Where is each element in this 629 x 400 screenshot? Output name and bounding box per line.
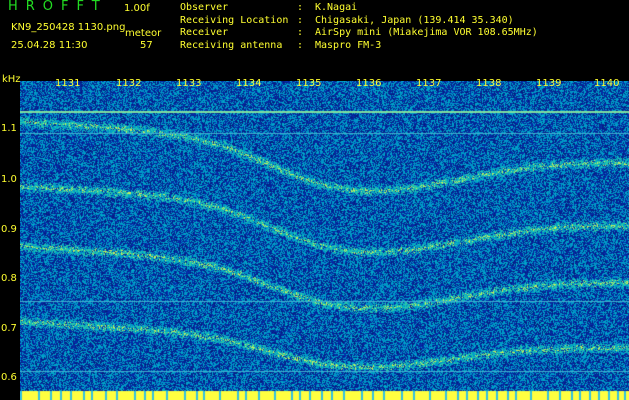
info-row-receiver: Receiver: AirSpy mini (Miakejima VOR 108.… [180, 27, 538, 38]
version-label: 1.00f [124, 3, 150, 14]
y-tick: 0.8 [1, 273, 17, 284]
x-tick: 1137 [416, 78, 442, 89]
meteor-count: 57 [140, 40, 153, 51]
spectrogram-canvas [20, 81, 629, 400]
app-title: HROFFT [8, 0, 108, 14]
waterfall-plot [20, 81, 629, 400]
x-tick: 1135 [296, 78, 322, 89]
y-tick: 0.7 [1, 323, 17, 334]
y-axis-unit: kHz [2, 74, 21, 85]
info-row-observer: Observer: K.Nagai [180, 2, 358, 13]
header-panel: HROFFT 1.00f KN9_250428 1130.png 25.04.2… [0, 0, 629, 78]
x-tick: 1131 [55, 78, 81, 89]
x-tick: 1138 [476, 78, 502, 89]
file-name: KN9_250428 1130.png [11, 22, 126, 33]
x-tick: 1132 [116, 78, 142, 89]
x-tick: 1139 [536, 78, 562, 89]
y-tick: 1.1 [1, 123, 17, 134]
y-tick: 0.6 [1, 372, 17, 383]
meteor-label: meteor [125, 28, 162, 39]
info-row-location: Receiving Location: Chigasaki, Japan (139… [180, 14, 514, 26]
x-tick: 1133 [176, 78, 202, 89]
info-row-antenna: Receiving antenna: Maspro FM-3 [180, 39, 382, 51]
y-tick: 1.0 [1, 174, 17, 185]
timestamp: 25.04.28 11:30 [11, 40, 88, 51]
x-tick: 1136 [356, 78, 382, 89]
y-tick: 0.9 [1, 224, 17, 235]
x-tick: 1140 [594, 78, 620, 89]
x-tick: 1134 [236, 78, 262, 89]
observation-info: Observer: K.Nagai Receiving Location: Chig… [180, 2, 538, 52]
